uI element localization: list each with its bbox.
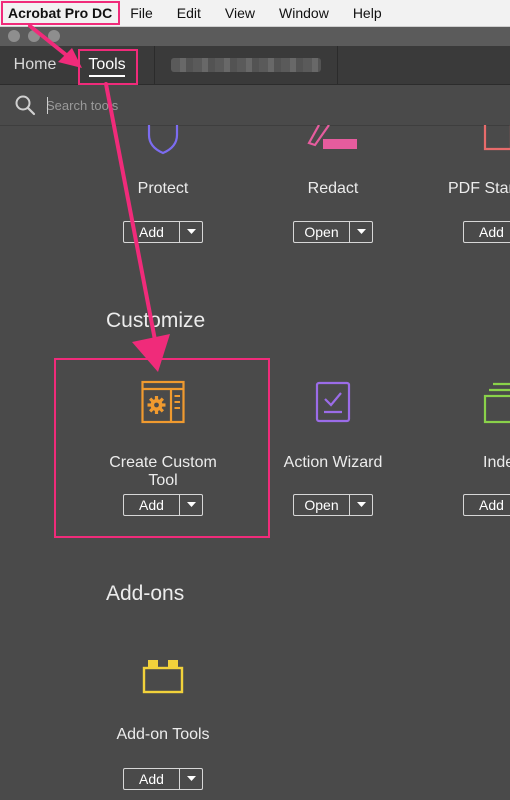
- arrow-app-to-tools: [28, 24, 72, 60]
- arrow-tools-to-custom: [104, 82, 157, 342]
- arrow-head-custom: [132, 334, 170, 372]
- annotation-arrows: [28, 24, 170, 372]
